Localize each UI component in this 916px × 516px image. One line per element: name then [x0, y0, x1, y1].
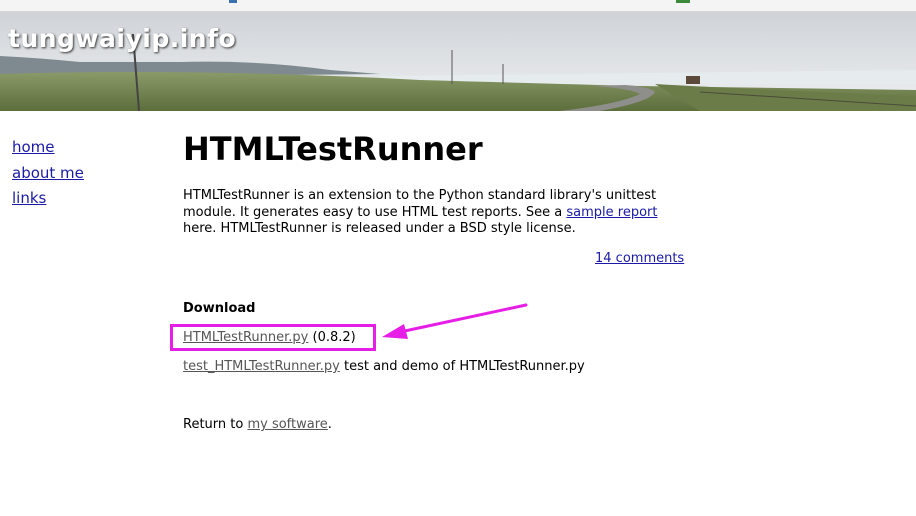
site-title[interactable]: tungwaiyip.info	[8, 24, 236, 53]
download-item: test_HTMLTestRunner.py test and demo of …	[183, 359, 585, 374]
return-suffix: .	[327, 417, 332, 432]
nav-link-links[interactable]: links	[12, 188, 84, 214]
toolbar-fragment	[229, 0, 237, 3]
sidebar-nav: home about me links	[12, 137, 84, 214]
sample-report-link[interactable]: sample report	[566, 205, 657, 220]
nav-link-about-me[interactable]: about me	[12, 163, 84, 189]
intro-paragraph: HTMLTestRunner is an extension to the Py…	[183, 188, 683, 238]
download-link-test-htmltestrunner[interactable]: test_HTMLTestRunner.py	[183, 359, 340, 374]
download-description: test and demo of HTMLTestRunner.py	[339, 359, 585, 374]
nav-link-home[interactable]: home	[12, 137, 84, 163]
return-line: Return to my software.	[183, 417, 332, 432]
page-title: HTMLTestRunner	[183, 130, 483, 168]
comments-link[interactable]: 14 comments	[595, 251, 684, 266]
browser-top-strip	[0, 0, 916, 12]
my-software-link[interactable]: my software	[247, 417, 327, 432]
toolbar-fragment	[676, 0, 690, 3]
intro-text-end: here. HTMLTestRunner is released under a…	[183, 221, 576, 236]
main-content: HTMLTestRunner HTMLTestRunner is an exte…	[183, 128, 703, 432]
return-prefix: Return to	[183, 417, 248, 432]
highlight-box	[170, 324, 376, 351]
header-banner: tungwaiyip.info	[0, 12, 916, 111]
download-heading: Download	[183, 301, 256, 316]
